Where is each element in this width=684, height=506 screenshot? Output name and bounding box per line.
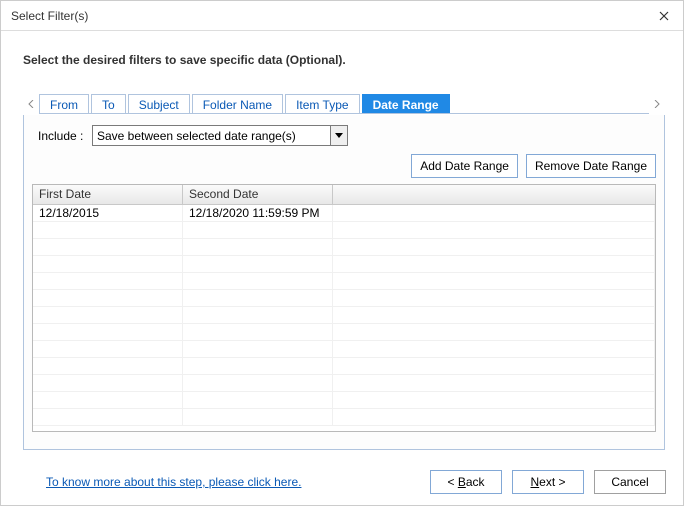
table-row: .: [33, 239, 655, 256]
next-suffix: ext >: [539, 475, 565, 489]
titlebar: Select Filter(s): [1, 1, 683, 31]
tabs-row: From To Subject Folder Name Item Type Da…: [23, 93, 665, 115]
col-header-spacer: [333, 185, 655, 204]
table-row: .: [33, 375, 655, 392]
tab-from[interactable]: From: [39, 94, 89, 113]
back-suffix: ack: [466, 475, 485, 489]
table-row: .: [33, 358, 655, 375]
tab-date-range[interactable]: Date Range: [362, 94, 450, 113]
grid-header: First Date Second Date: [33, 185, 655, 205]
grid-body[interactable]: 12/18/2015 12/18/2020 11:59:59 PM . . . …: [33, 205, 655, 431]
col-header-second-date[interactable]: Second Date: [183, 185, 333, 204]
remove-date-range-button[interactable]: Remove Date Range: [526, 154, 656, 178]
tabs-scroll-left-icon[interactable]: [23, 100, 39, 108]
include-select-value: Save between selected date range(s): [97, 129, 296, 143]
tabs-scroll-right-icon[interactable]: [649, 100, 665, 108]
table-row: .: [33, 290, 655, 307]
tab-pane-date-range: Include : Save between selected date ran…: [23, 115, 665, 450]
table-row: .: [33, 307, 655, 324]
tab-to[interactable]: To: [91, 94, 126, 113]
table-row: .: [33, 341, 655, 358]
tab-folder-name[interactable]: Folder Name: [192, 94, 283, 113]
table-row: .: [33, 256, 655, 273]
cell-spacer: [333, 205, 655, 221]
include-select[interactable]: Save between selected date range(s): [92, 125, 348, 146]
chevron-down-icon[interactable]: [330, 126, 347, 145]
table-row: .: [33, 324, 655, 341]
close-icon[interactable]: [655, 7, 673, 25]
cell-second-date: 12/18/2020 11:59:59 PM: [183, 205, 333, 221]
cancel-button[interactable]: Cancel: [594, 470, 666, 494]
include-row: Include : Save between selected date ran…: [32, 125, 656, 146]
footer: To know more about this step, please cli…: [0, 458, 684, 506]
table-row: .: [33, 409, 655, 426]
help-link[interactable]: To know more about this step, please cli…: [46, 475, 301, 489]
back-prefix: <: [447, 475, 457, 489]
tabs-container: From To Subject Folder Name Item Type Da…: [39, 94, 649, 114]
range-button-row: Add Date Range Remove Date Range: [32, 154, 656, 178]
col-header-first-date[interactable]: First Date: [33, 185, 183, 204]
back-underlined: B: [458, 475, 466, 489]
instruction-text: Select the desired filters to save speci…: [23, 53, 665, 67]
tab-item-type[interactable]: Item Type: [285, 94, 359, 113]
table-row[interactable]: 12/18/2015 12/18/2020 11:59:59 PM: [33, 205, 655, 222]
footer-buttons: < Back Next > Cancel: [430, 470, 666, 494]
include-label: Include :: [32, 129, 92, 143]
date-range-grid: First Date Second Date 12/18/2015 12/18/…: [32, 184, 656, 432]
table-row: .: [33, 222, 655, 239]
next-button[interactable]: Next >: [512, 470, 584, 494]
content-area: Select the desired filters to save speci…: [1, 31, 683, 450]
add-date-range-button[interactable]: Add Date Range: [411, 154, 518, 178]
table-row: .: [33, 392, 655, 409]
table-row: .: [33, 273, 655, 290]
window-title: Select Filter(s): [11, 9, 88, 23]
cell-first-date: 12/18/2015: [33, 205, 183, 221]
next-underlined: N: [530, 475, 539, 489]
tab-subject[interactable]: Subject: [128, 94, 190, 113]
back-button[interactable]: < Back: [430, 470, 502, 494]
